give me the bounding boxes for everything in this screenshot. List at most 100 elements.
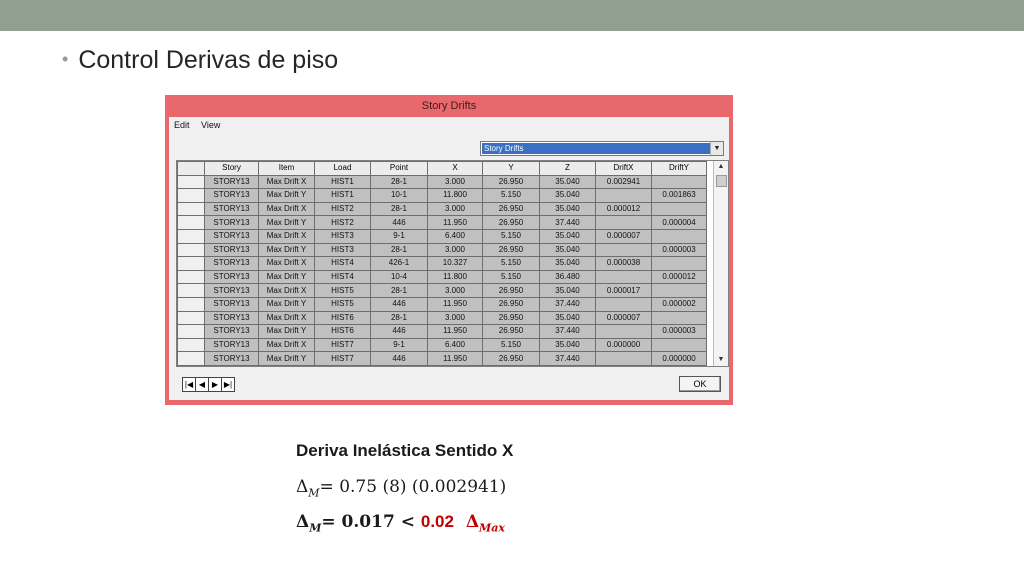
table-row[interactable]: STORY13 Max Drift X HIST7 9-1 6.400 5.150 35.0…	[177, 337, 707, 353]
cell-driftx[interactable]: 0.000007	[595, 228, 652, 244]
cell-load[interactable]: HIST5	[314, 283, 371, 298]
cell-load[interactable]: HIST3	[314, 242, 371, 258]
cell-point[interactable]: 28-1	[370, 310, 428, 326]
cell-story[interactable]: STORY13	[204, 337, 259, 353]
cell-z[interactable]: 37.440	[539, 296, 596, 312]
cell-drifty[interactable]	[651, 174, 707, 190]
cell-driftx[interactable]: 0.000017	[595, 283, 652, 298]
cell-y[interactable]: 5.150	[482, 269, 540, 285]
cell-y[interactable]: 5.150	[482, 337, 540, 353]
table-row[interactable]: STORY13 Max Drift X HIST6 28-1 3.000 26.950 35…	[177, 310, 707, 326]
ok-button[interactable]: OK	[679, 376, 721, 392]
col-header-x[interactable]: X	[427, 161, 483, 176]
cell-load[interactable]: HIST2	[314, 215, 371, 230]
row-selector[interactable]	[177, 188, 205, 203]
cell-drifty[interactable]	[651, 201, 707, 217]
cell-driftx[interactable]	[595, 188, 652, 203]
cell-item[interactable]: Max Drift Y	[258, 324, 315, 339]
cell-item[interactable]: Max Drift Y	[258, 242, 315, 258]
cell-point[interactable]: 28-1	[370, 242, 428, 258]
table-row[interactable]: STORY13 Max Drift Y HIST2 446 11.950 26.950 37…	[177, 215, 707, 230]
table-row[interactable]: STORY13 Max Drift Y HIST7 446 11.950 26.950 37…	[177, 351, 707, 366]
cell-x[interactable]: 3.000	[427, 174, 483, 190]
next-record-icon[interactable]: ▶	[209, 378, 222, 391]
cell-story[interactable]: STORY13	[204, 324, 259, 339]
cell-driftx[interactable]	[595, 351, 652, 366]
cell-drifty[interactable]	[651, 337, 707, 353]
cell-item[interactable]: Max Drift Y	[258, 351, 315, 366]
cell-z[interactable]: 35.040	[539, 310, 596, 326]
cell-driftx[interactable]: 0.000000	[595, 337, 652, 353]
cell-point[interactable]: 28-1	[370, 201, 428, 217]
cell-z[interactable]: 35.040	[539, 228, 596, 244]
cell-x[interactable]: 6.400	[427, 228, 483, 244]
cell-driftx[interactable]	[595, 242, 652, 258]
scroll-down-icon[interactable]: ▼	[714, 354, 728, 366]
cell-drifty[interactable]: 0.000003	[651, 242, 707, 258]
cell-point[interactable]: 446	[370, 296, 428, 312]
col-header-z[interactable]: Z	[539, 161, 596, 176]
cell-z[interactable]: 35.040	[539, 242, 596, 258]
col-header-point[interactable]: Point	[370, 161, 428, 176]
cell-story[interactable]: STORY13	[204, 201, 259, 217]
cell-item[interactable]: Max Drift X	[258, 174, 315, 190]
cell-load[interactable]: HIST5	[314, 296, 371, 312]
cell-x[interactable]: 11.800	[427, 188, 483, 203]
cell-x[interactable]: 11.950	[427, 351, 483, 366]
cell-y[interactable]: 26.950	[482, 201, 540, 217]
row-selector[interactable]	[177, 296, 205, 312]
cell-item[interactable]: Max Drift Y	[258, 296, 315, 312]
row-selector[interactable]	[177, 337, 205, 353]
cell-load[interactable]: HIST3	[314, 228, 371, 244]
first-record-icon[interactable]: |◀	[183, 378, 196, 391]
cell-story[interactable]: STORY13	[204, 228, 259, 244]
cell-driftx[interactable]: 0.000038	[595, 256, 652, 271]
cell-story[interactable]: STORY13	[204, 269, 259, 285]
cell-z[interactable]: 35.040	[539, 174, 596, 190]
cell-item[interactable]: Max Drift X	[258, 283, 315, 298]
table-row[interactable]: STORY13 Max Drift Y HIST5 446 11.950 26.950 37…	[177, 296, 707, 312]
col-header-y[interactable]: Y	[482, 161, 540, 176]
row-selector[interactable]	[177, 174, 205, 190]
cell-y[interactable]: 26.950	[482, 242, 540, 258]
cell-driftx[interactable]	[595, 296, 652, 312]
cell-drifty[interactable]: 0.000000	[651, 351, 707, 366]
table-row[interactable]: STORY13 Max Drift Y HIST6 446 11.950 26.950 37…	[177, 324, 707, 339]
cell-x[interactable]: 10.327	[427, 256, 483, 271]
cell-x[interactable]: 11.950	[427, 215, 483, 230]
cell-y[interactable]: 26.950	[482, 351, 540, 366]
cell-z[interactable]: 37.440	[539, 215, 596, 230]
cell-story[interactable]: STORY13	[204, 174, 259, 190]
col-header-story[interactable]: Story	[204, 161, 259, 176]
cell-z[interactable]: 36.480	[539, 269, 596, 285]
cell-point[interactable]: 10-4	[370, 269, 428, 285]
col-header-load[interactable]: Load	[314, 161, 371, 176]
cell-point[interactable]: 28-1	[370, 174, 428, 190]
cell-x[interactable]: 3.000	[427, 201, 483, 217]
cell-item[interactable]: Max Drift X	[258, 256, 315, 271]
cell-y[interactable]: 26.950	[482, 174, 540, 190]
cell-load[interactable]: HIST6	[314, 324, 371, 339]
cell-item[interactable]: Max Drift X	[258, 228, 315, 244]
cell-x[interactable]: 6.400	[427, 337, 483, 353]
cell-item[interactable]: Max Drift X	[258, 201, 315, 217]
cell-driftx[interactable]: 0.000012	[595, 201, 652, 217]
cell-y[interactable]: 26.950	[482, 310, 540, 326]
cell-item[interactable]: Max Drift Y	[258, 269, 315, 285]
cell-z[interactable]: 35.040	[539, 337, 596, 353]
cell-x[interactable]: 3.000	[427, 310, 483, 326]
cell-y[interactable]: 26.950	[482, 215, 540, 230]
cell-story[interactable]: STORY13	[204, 351, 259, 366]
col-header-drifty[interactable]: DriftY	[651, 161, 707, 176]
row-selector[interactable]	[177, 310, 205, 326]
cell-y[interactable]: 5.150	[482, 188, 540, 203]
cell-point[interactable]: 10-1	[370, 188, 428, 203]
cell-y[interactable]: 26.950	[482, 283, 540, 298]
cell-story[interactable]: STORY13	[204, 296, 259, 312]
cell-drifty[interactable]	[651, 256, 707, 271]
cell-x[interactable]: 11.950	[427, 296, 483, 312]
table-scrollbar[interactable]: ▲ ▼	[713, 161, 728, 366]
table-row[interactable]: STORY13 Max Drift X HIST3 9-1 6.400 5.150 35.0…	[177, 228, 707, 244]
chevron-down-icon[interactable]: ▼	[710, 142, 723, 155]
cell-drifty[interactable]	[651, 228, 707, 244]
